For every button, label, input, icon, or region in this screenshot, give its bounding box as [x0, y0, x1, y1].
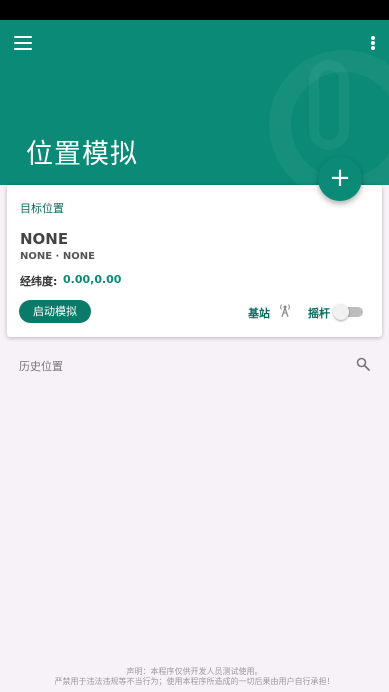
location-name: NONE	[20, 230, 69, 248]
toggle-thumb	[333, 304, 349, 320]
page-title: 位置模拟	[26, 139, 138, 170]
target-location-card: 目标位置 NONE NONE · NONE 经纬度: 0.00,0.00 启动模…	[7, 185, 382, 337]
location-subtitle: NONE · NONE	[20, 251, 95, 262]
antenna-icon[interactable]	[278, 302, 292, 318]
latlng-value: 0.00,0.00	[63, 273, 122, 286]
menu-icon[interactable]	[14, 36, 32, 50]
footer-disclaimer: 声明：本程序仅供开发人员测试使用。 严禁用于违法违规等不当行为；使用本程序所造成…	[0, 667, 389, 687]
header-decoration-2	[309, 60, 349, 150]
search-icon[interactable]	[356, 357, 370, 371]
history-label: 历史位置	[19, 360, 63, 373]
add-location-button[interactable]: +	[318, 157, 362, 201]
start-simulation-button[interactable]: 启动模拟	[19, 300, 91, 323]
more-vert-icon[interactable]	[371, 36, 375, 50]
latlng-label: 经纬度:	[20, 275, 58, 288]
joystick-label: 摇杆	[308, 307, 330, 320]
target-location-label: 目标位置	[20, 202, 64, 215]
status-bar	[0, 0, 389, 20]
station-label[interactable]: 基站	[248, 305, 270, 321]
footer-line-2: 严禁用于违法违规等不当行为；使用本程序所造成的一切后果由用户自行承担！	[54, 677, 335, 686]
joystick-toggle[interactable]	[333, 304, 363, 320]
footer-line-1: 声明：本程序仅供开发人员测试使用。	[126, 667, 263, 676]
